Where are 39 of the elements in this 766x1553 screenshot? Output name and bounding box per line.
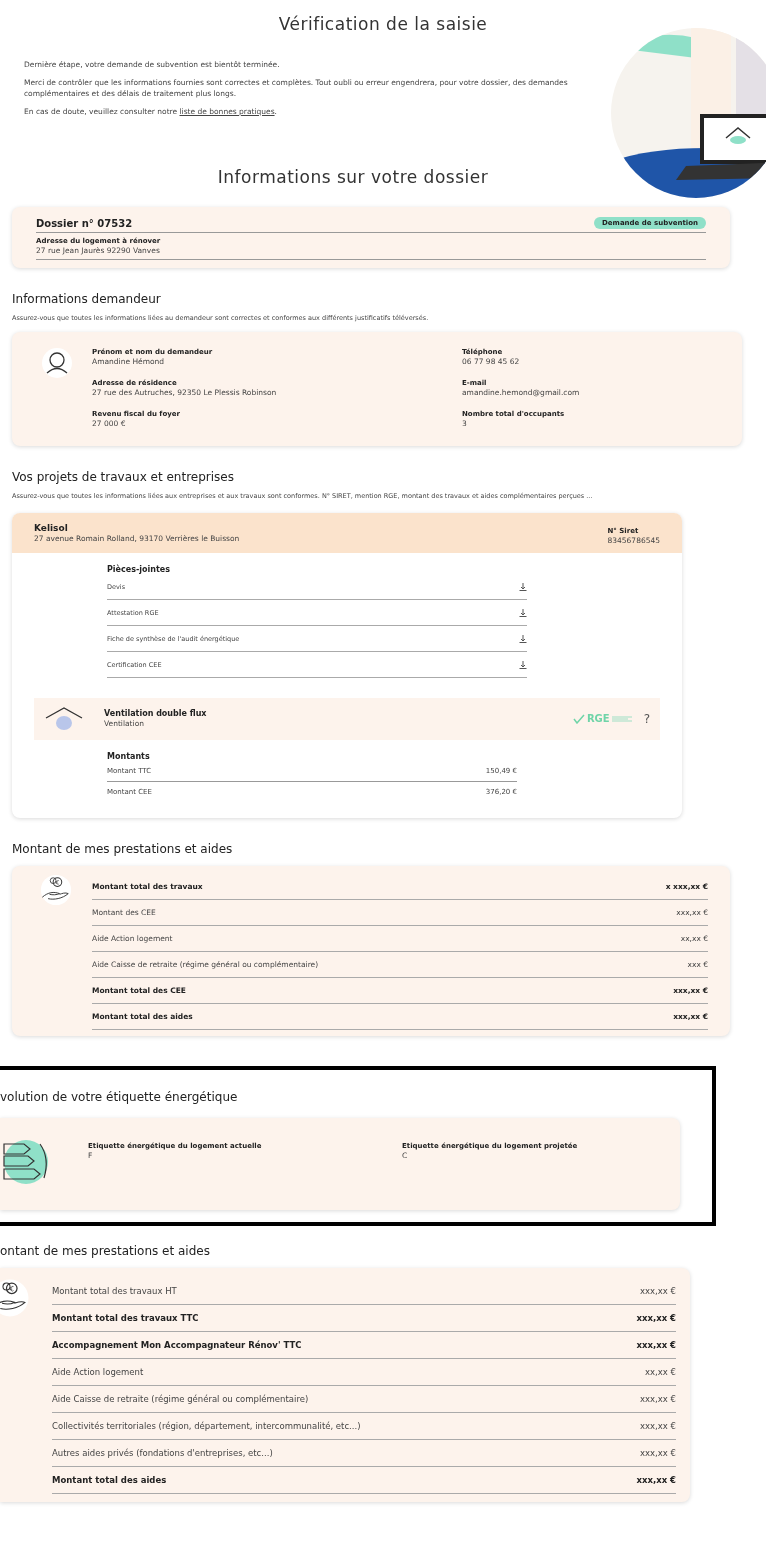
rge-logo-lines-icon bbox=[611, 714, 632, 723]
amounts-title: Montants bbox=[107, 751, 151, 761]
amount-value: xxx,xx € bbox=[636, 1474, 676, 1485]
section-title: Informations sur votre dossier bbox=[216, 167, 490, 187]
amount-label: Montant total des travaux HT bbox=[52, 1285, 177, 1296]
amount-label: Collectivités territoriales (région, département, intercommunalité, etc...) bbox=[52, 1420, 361, 1431]
amount-label: Montant total des travaux TTC bbox=[52, 1312, 199, 1323]
section-title: Informations demandeur bbox=[12, 292, 162, 306]
amount-label: Aide Caisse de retraite (régime général ou complémentaire) bbox=[52, 1393, 309, 1404]
person-icon bbox=[42, 348, 72, 379]
download-icon[interactable] bbox=[519, 608, 527, 617]
check-icon bbox=[572, 713, 585, 724]
rge-label: RGE bbox=[586, 713, 610, 725]
download-icon[interactable] bbox=[519, 582, 527, 591]
section-title: Montant de mes prestations et aides bbox=[12, 841, 234, 856]
attachments-title: Pièces-jointes bbox=[107, 564, 171, 574]
amount-value: xxx,xx € bbox=[636, 1312, 676, 1323]
section-title: Vos projets de travaux et entreprises bbox=[12, 470, 235, 485]
amount-label: Autres aides privés (fondations d'entreprises, etc...) bbox=[52, 1447, 273, 1458]
amount-value: xxx,xx € bbox=[640, 1393, 676, 1404]
house-fan-icon bbox=[44, 705, 84, 732]
amount-value: xxx,xx € bbox=[640, 1447, 676, 1458]
page-title: Vérification de la saisie bbox=[277, 13, 489, 34]
amount-value: xxx,xx € bbox=[640, 1285, 676, 1296]
download-icon[interactable] bbox=[519, 634, 527, 643]
help-mark[interactable]: ? bbox=[643, 711, 650, 726]
amount-label: Montant total des aides bbox=[52, 1474, 167, 1485]
dossier-number: Dossier n° 07532 bbox=[36, 217, 133, 229]
coin-hand-icon bbox=[38, 873, 74, 906]
amount-label: Aide Action logement bbox=[52, 1366, 144, 1377]
section-title: volution de votre étiquette énergétique bbox=[0, 1089, 239, 1104]
section-title: ontant de mes prestations et aides bbox=[0, 1243, 211, 1258]
download-icon[interactable] bbox=[519, 660, 527, 669]
amount-label: Accompagnement Mon Accompagnateur Rénov' TTC bbox=[52, 1339, 302, 1350]
work-name: Ventilation double flux bbox=[104, 709, 208, 719]
amount-value: xxx,xx € bbox=[636, 1339, 676, 1350]
company-name: Kelisol bbox=[34, 522, 69, 533]
amount-value: xx,xx € bbox=[645, 1366, 676, 1377]
amount-value: xxx,xx € bbox=[640, 1420, 676, 1431]
